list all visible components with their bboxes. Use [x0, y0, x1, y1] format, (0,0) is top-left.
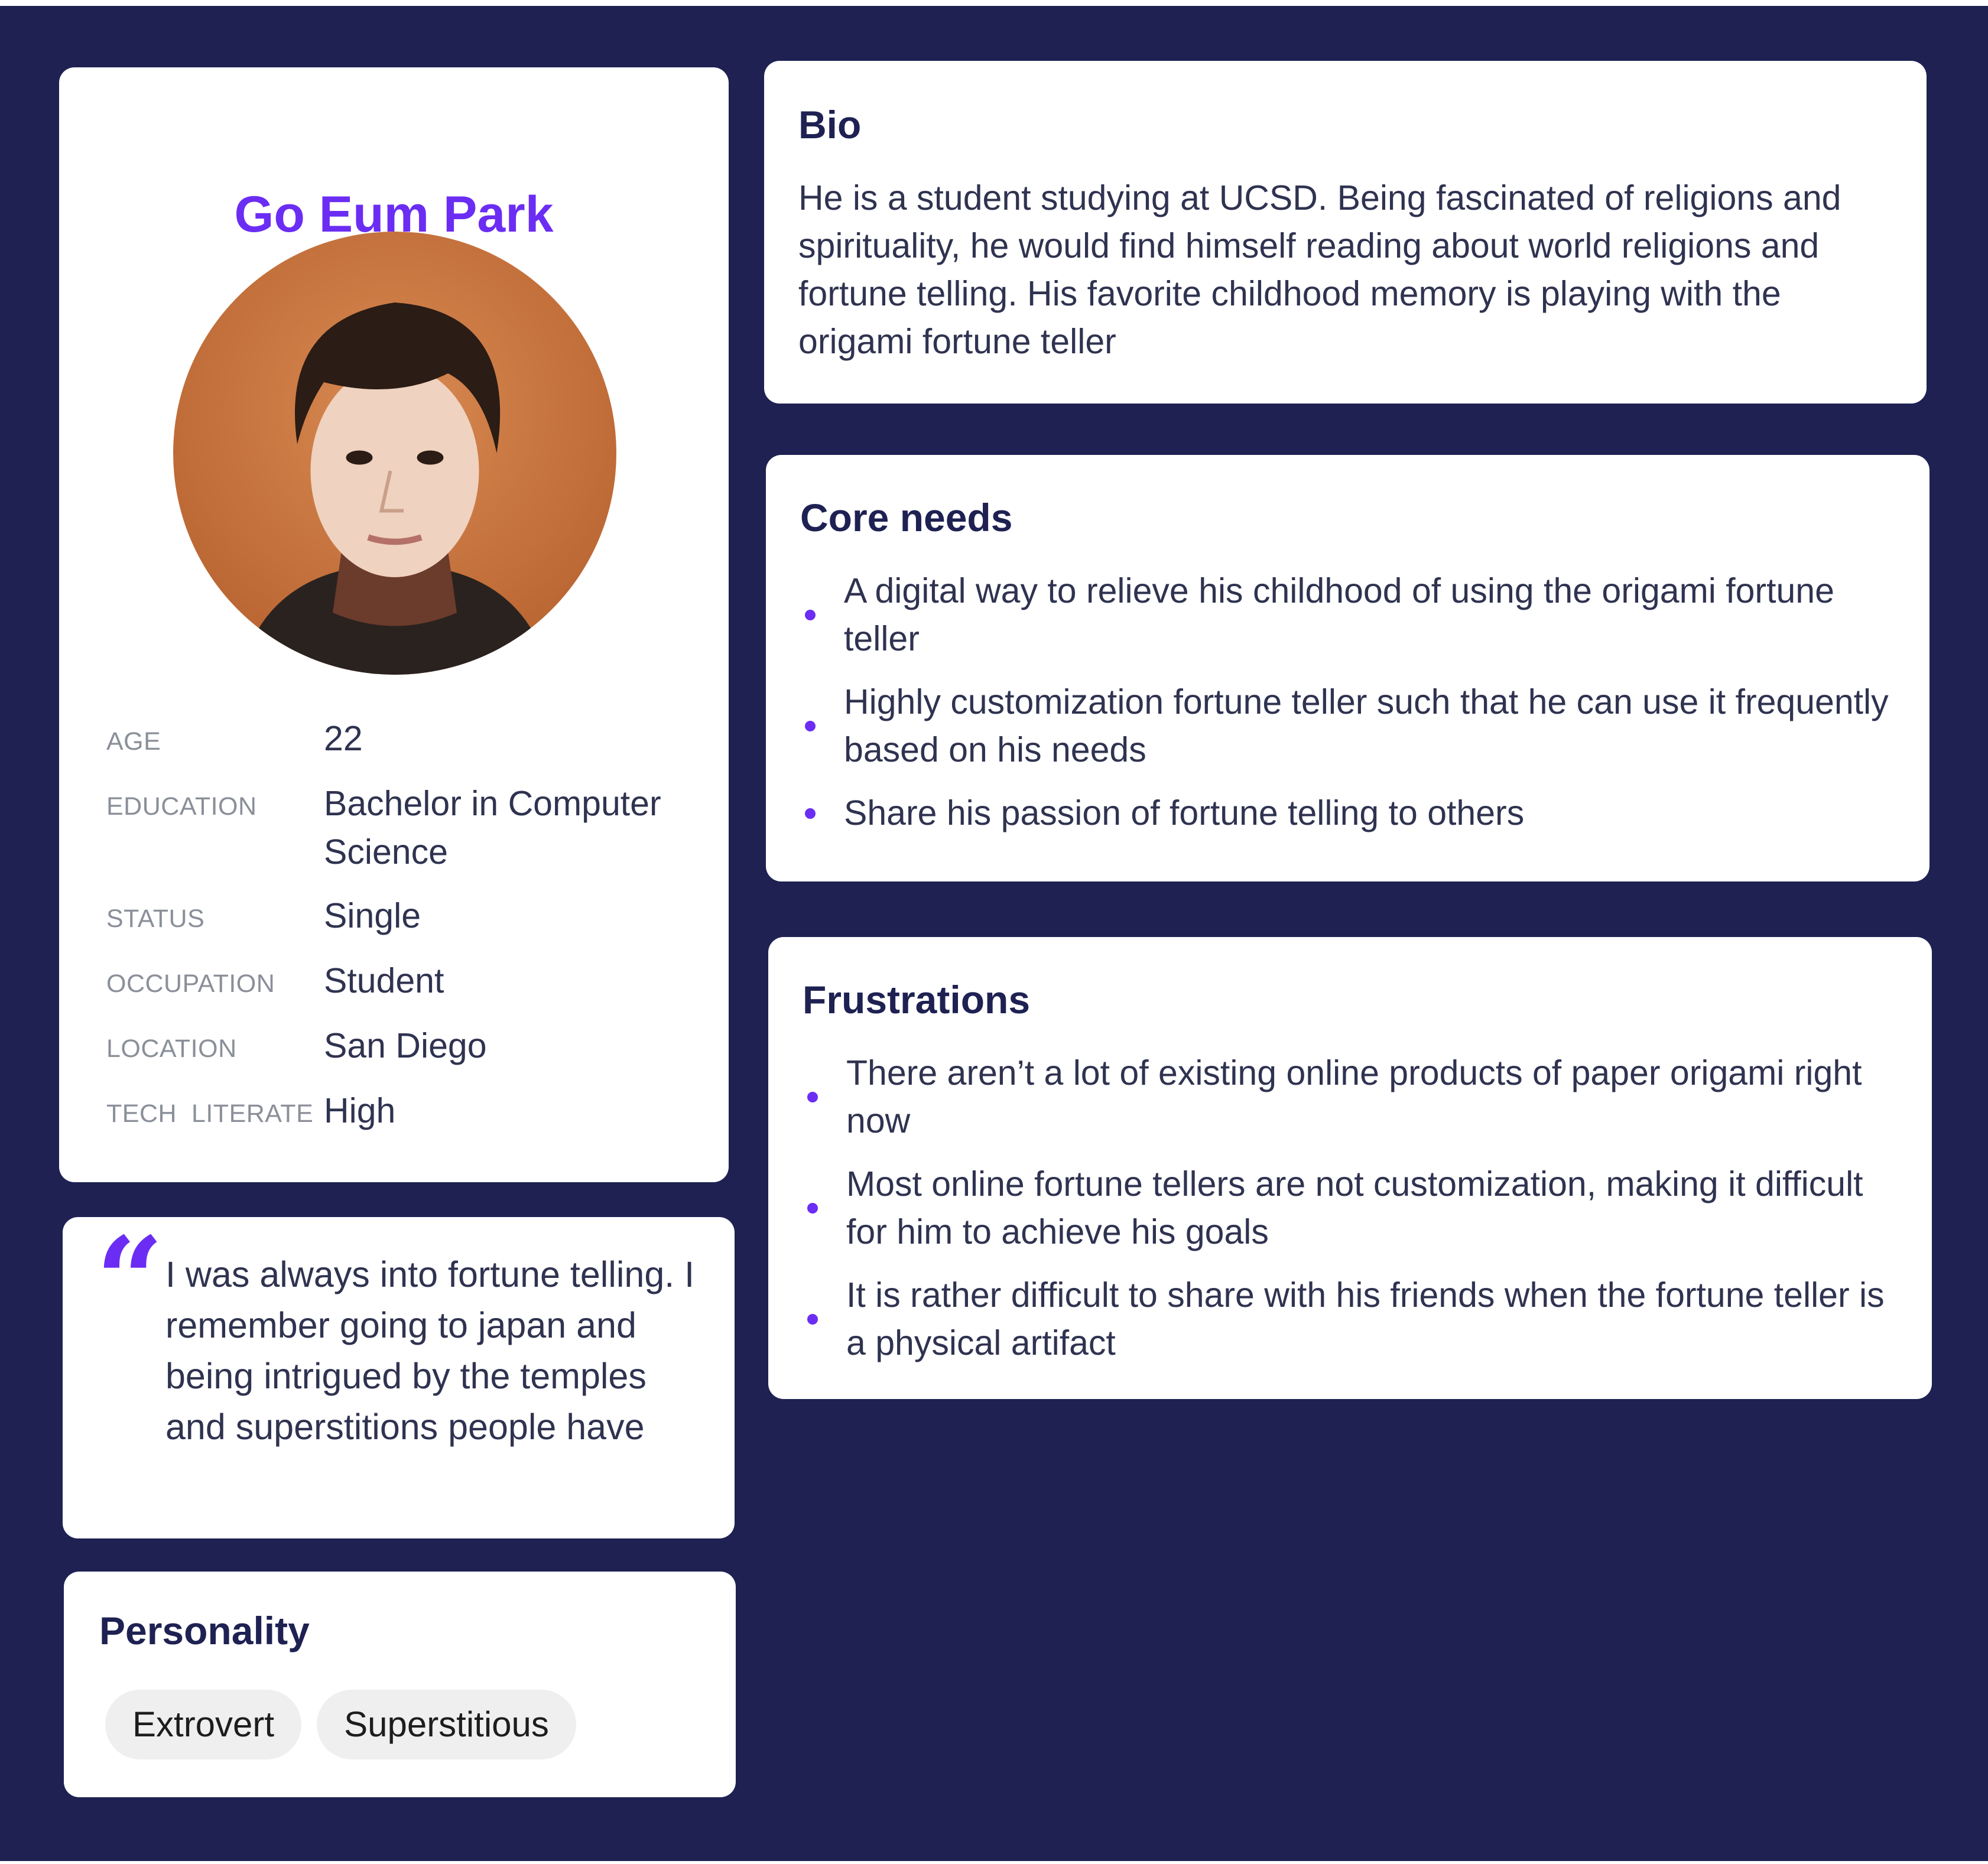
fact-value: Student: [324, 961, 444, 1000]
fact-label: EDUCATION: [106, 792, 257, 821]
fact-label: AGE: [106, 727, 161, 756]
list-item-text: Most online fortune tellers are not cust…: [846, 1164, 1863, 1251]
bio-card: Bio He is a student studying at UCSD. Be…: [764, 61, 1927, 404]
list-item: Most online fortune tellers are not cust…: [807, 1160, 1901, 1256]
bullet-dot-icon: [805, 610, 816, 620]
fact-label: TECH LITERATE: [106, 1099, 314, 1128]
list-item-text: There aren’t a lot of existing online pr…: [846, 1053, 1862, 1140]
list-item-text: Highly customization fortune teller such…: [844, 682, 1889, 769]
frustrations-card: Frustrations There aren’t a lot of exist…: [768, 937, 1932, 1399]
bio-text: He is a student studying at UCSD. Being …: [798, 178, 1841, 361]
bullet-dot-icon: [805, 721, 816, 731]
portrait-photo-icon: [173, 232, 616, 675]
list-item: A digital way to relieve his childhood o…: [805, 567, 1898, 663]
fact-label: STATUS: [106, 905, 205, 933]
personality-tag: Extrovert: [105, 1690, 302, 1759]
list-item: Highly customization fortune teller such…: [805, 678, 1898, 774]
bio-title: Bio: [798, 103, 862, 147]
bullet-dot-icon: [807, 1092, 818, 1102]
fact-label: OCCUPATION: [106, 970, 275, 998]
quote-mark-icon: “: [96, 1211, 164, 1350]
personality-card: Personality Extrovert Superstitious: [64, 1572, 736, 1797]
avatar: [173, 232, 616, 675]
personality-tag: Superstitious: [317, 1690, 576, 1759]
bullet-dot-icon: [807, 1203, 818, 1214]
core-needs-title: Core needs: [800, 496, 1013, 539]
core-needs-card: Core needs A digital way to relieve his …: [766, 455, 1929, 881]
fact-value: Single: [324, 896, 421, 935]
list-item: There aren’t a lot of existing online pr…: [807, 1049, 1901, 1145]
fact-value: High: [324, 1091, 396, 1130]
bullet-dot-icon: [805, 808, 816, 819]
list-item: Share his passion of fortune telling to …: [805, 789, 1898, 837]
fact-value: 22: [324, 719, 363, 758]
quote-text: I was always into fortune telling. I rem…: [165, 1254, 695, 1447]
core-needs-list: A digital way to relieve his childhood o…: [805, 567, 1898, 853]
list-item-text: A digital way to relieve his childhood o…: [844, 571, 1834, 658]
profile-card: Go Eum Park AGE 22 EDUCATION Bachelor in…: [59, 67, 729, 1182]
personality-tags: Extrovert Superstitious: [105, 1690, 576, 1759]
fact-value: Bachelor in Computer Science: [324, 784, 661, 871]
persona-board: Go Eum Park AGE 22 EDUCATION Bachelor in…: [0, 6, 1988, 1861]
frustrations-list: There aren’t a lot of existing online pr…: [807, 1049, 1901, 1382]
bullet-dot-icon: [807, 1314, 818, 1325]
fact-label: LOCATION: [106, 1035, 237, 1063]
fact-value: San Diego: [324, 1026, 487, 1065]
list-item: It is rather difficult to share with his…: [807, 1271, 1901, 1367]
frustrations-title: Frustrations: [803, 978, 1031, 1022]
personality-title: Personality: [99, 1609, 310, 1652]
quote-card: “ I was always into fortune telling. I r…: [63, 1217, 735, 1538]
list-item-text: Share his passion of fortune telling to …: [844, 793, 1525, 832]
list-item-text: It is rather difficult to share with his…: [846, 1276, 1885, 1362]
